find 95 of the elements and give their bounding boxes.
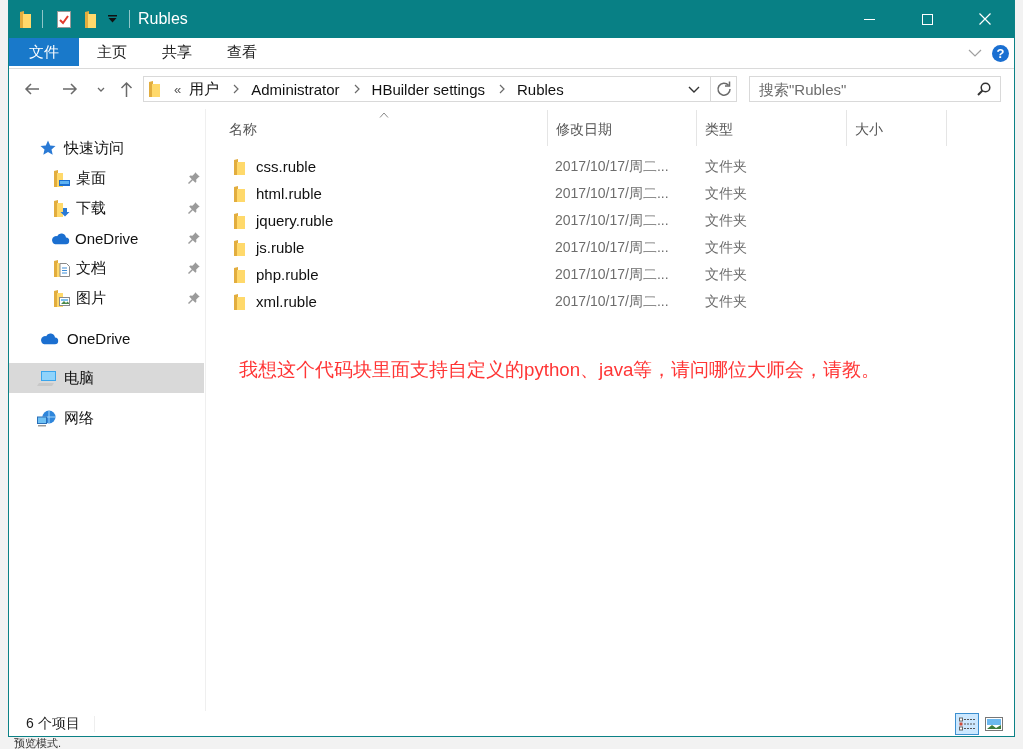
modified-date: 2017/10/17/周二...	[555, 265, 669, 284]
column-header[interactable]: 名称	[221, 110, 548, 146]
breadcrumb[interactable]: Administrator	[251, 80, 340, 98]
pin-icon[interactable]	[188, 172, 200, 184]
question-note: 我想这个代码块里面支持自定义的python、java等，请问哪位大师会，请教。	[239, 358, 881, 382]
background-text: 预览模式.	[14, 737, 62, 749]
search-icon[interactable]	[977, 82, 991, 96]
nav-item[interactable]: 图片	[9, 283, 204, 313]
file-name: php.ruble	[256, 266, 319, 283]
dropdown-caret-icon[interactable]	[108, 15, 117, 23]
nav-item[interactable]: 文档	[9, 253, 204, 283]
star-icon	[40, 140, 56, 156]
caret-up-icon	[379, 112, 389, 118]
address-bar[interactable]: « 用户 Administrator HBuilder settings Rubles	[143, 76, 737, 102]
file-row[interactable]: css.ruble 2017/10/17/周二... 文件夹	[221, 153, 847, 180]
column-header[interactable]: 修改日期	[548, 110, 697, 146]
document-check-icon[interactable]	[57, 10, 71, 28]
computer-icon	[37, 369, 57, 387]
nav-item[interactable]: 电脑	[9, 363, 204, 393]
picture-icon	[985, 716, 1003, 731]
folder-icon[interactable]	[85, 10, 96, 28]
minimize-icon	[863, 18, 875, 20]
forward-arrow-icon[interactable]	[62, 82, 78, 96]
chevron-down-icon[interactable]	[97, 86, 105, 92]
chevron-down-icon[interactable]	[688, 85, 700, 93]
picture-folder-icon	[54, 289, 70, 307]
modified-date: 2017/10/17/周二...	[555, 184, 669, 203]
folder-icon	[234, 212, 245, 229]
file-name: css.ruble	[256, 158, 317, 175]
file-row[interactable]: html.ruble 2017/10/17/周二... 文件夹	[221, 180, 847, 207]
document-folder-icon	[54, 259, 70, 277]
folder-icon	[149, 81, 160, 97]
ribbon-tab[interactable]: 共享	[144, 38, 209, 66]
up-arrow-icon[interactable]	[120, 81, 133, 97]
item-count: 6 个项目	[26, 714, 80, 733]
file-name: html.ruble	[256, 185, 322, 202]
chevron-right-icon[interactable]	[233, 84, 240, 94]
cloud-icon	[51, 231, 70, 245]
file-type: 文件夹	[705, 157, 747, 176]
column-header[interactable]: 大小	[847, 110, 947, 146]
modified-date: 2017/10/17/周二...	[555, 238, 669, 257]
download-folder-icon	[54, 199, 70, 217]
folder-icon	[234, 185, 245, 202]
breadcrumb[interactable]: HBuilder settings	[371, 80, 485, 98]
file-type: 文件夹	[705, 184, 747, 203]
file-type: 文件夹	[705, 211, 747, 230]
modified-date: 2017/10/17/周二...	[555, 211, 669, 230]
network-icon	[37, 409, 57, 427]
folder-icon[interactable]	[20, 10, 31, 28]
file-row[interactable]: xml.ruble 2017/10/17/周二... 文件夹	[221, 288, 847, 315]
back-arrow-icon[interactable]	[24, 82, 40, 96]
file-name: jquery.ruble	[256, 212, 334, 229]
chevron-right-icon[interactable]	[499, 84, 505, 94]
refresh-icon	[715, 81, 732, 97]
breadcrumb[interactable]: Rubles	[517, 80, 564, 98]
window-title: Rubles	[138, 10, 188, 28]
details-list-icon	[959, 716, 975, 731]
file-name: js.ruble	[256, 239, 305, 256]
file-type: 文件夹	[705, 292, 747, 311]
desktop-folder-icon	[54, 169, 70, 187]
nav-item[interactable]: 网络	[9, 403, 204, 433]
file-menu-tab[interactable]: 文件	[9, 38, 79, 66]
pin-icon[interactable]	[188, 292, 200, 304]
details-view-button[interactable]	[955, 712, 979, 735]
breadcrumb[interactable]: 用户	[189, 79, 220, 99]
file-type: 文件夹	[705, 265, 747, 284]
search-field[interactable]: 搜索"Rubles"	[749, 76, 1001, 102]
file-type: 文件夹	[705, 238, 747, 257]
path-overflow-button[interactable]: «	[174, 81, 182, 97]
pin-icon[interactable]	[188, 262, 200, 274]
folder-icon	[234, 266, 245, 283]
column-header[interactable]: 类型	[697, 110, 847, 146]
ribbon-tab[interactable]: 查看	[209, 38, 274, 66]
file-row[interactable]: php.ruble 2017/10/17/周二... 文件夹	[221, 261, 847, 288]
close-icon	[979, 13, 991, 25]
folder-icon	[234, 158, 245, 175]
nav-item[interactable]: 桌面	[9, 163, 204, 193]
cloud-icon	[40, 331, 59, 345]
modified-date: 2017/10/17/周二...	[555, 292, 669, 311]
pin-icon[interactable]	[188, 202, 200, 214]
folder-icon	[234, 293, 245, 310]
chevron-right-icon[interactable]	[353, 84, 360, 94]
nav-item[interactable]: OneDrive	[9, 323, 204, 353]
ribbon-tab[interactable]: 主页	[79, 38, 144, 66]
nav-item[interactable]: OneDrive	[9, 223, 204, 253]
help-button[interactable]: ?	[992, 44, 1009, 62]
file-name: xml.ruble	[256, 293, 317, 310]
file-row[interactable]: js.ruble 2017/10/17/周二... 文件夹	[221, 234, 847, 261]
nav-item[interactable]: 下载	[9, 193, 204, 223]
maximize-icon	[921, 13, 933, 25]
folder-icon	[234, 239, 245, 256]
nav-item[interactable]: 快速访问	[9, 133, 204, 163]
file-row[interactable]: jquery.ruble 2017/10/17/周二... 文件夹	[221, 207, 847, 234]
modified-date: 2017/10/17/周二...	[555, 157, 669, 176]
pin-icon[interactable]	[188, 232, 200, 244]
